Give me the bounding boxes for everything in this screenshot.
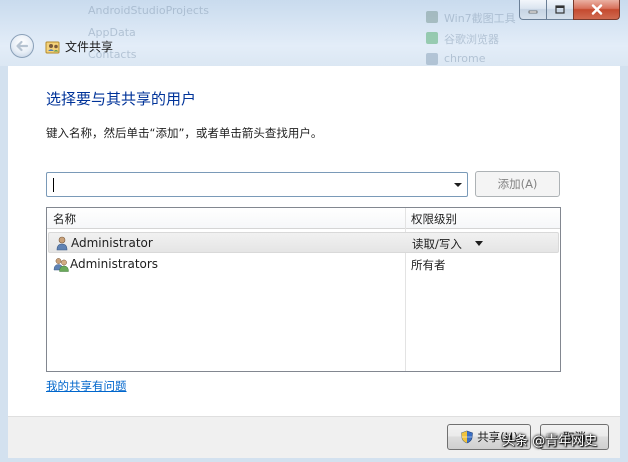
- user-name: Administrators: [70, 257, 159, 271]
- close-icon: [591, 4, 602, 15]
- user-name-combobox[interactable]: [46, 172, 468, 197]
- permission-level[interactable]: 读取/写入: [412, 236, 462, 252]
- table-row[interactable]: Administrators 所有者: [48, 254, 559, 275]
- uac-shield-icon: [461, 430, 474, 444]
- list-header: 名称 权限级别: [47, 208, 560, 229]
- background-window-icon: [426, 32, 438, 44]
- add-button[interactable]: 添加(A): [475, 171, 560, 197]
- column-header-permission[interactable]: 权限级别: [411, 211, 457, 227]
- background-window-text: 谷歌浏览器: [444, 33, 499, 46]
- page-title: 选择要与其共享的用户: [46, 90, 197, 108]
- sharing-help-link[interactable]: 我的共享有问题: [46, 378, 127, 394]
- title-bar: AndroidStudioProjects AppData Contacts W…: [0, 0, 628, 66]
- window-frame-left: [0, 66, 8, 462]
- maximize-icon: [555, 5, 565, 14]
- permission-level: 所有者: [411, 258, 446, 272]
- dropdown-arrow-icon[interactable]: [454, 183, 462, 187]
- user-name: Administrator: [71, 236, 153, 250]
- back-button[interactable]: [10, 34, 34, 58]
- window-frame-bottom: [0, 458, 628, 462]
- share-users-icon: [45, 41, 60, 53]
- user-permission-list: 名称 权限级别 Administrator 读取/写入 Administrato…: [46, 207, 561, 372]
- background-window-text: Win7截图工具: [444, 12, 516, 25]
- users-group-icon: [53, 258, 69, 272]
- arrow-left-icon: [16, 40, 29, 52]
- minimize-button[interactable]: [519, 0, 546, 20]
- background-window-text: chrome: [444, 52, 486, 65]
- window-title-text: 文件共享: [65, 40, 114, 54]
- background-window-icon: [426, 11, 438, 23]
- instruction-text: 键入名称，然后单击“添加”，或者单击箭头查找用户。: [46, 126, 323, 140]
- window-title: 文件共享: [45, 38, 113, 55]
- column-header-name[interactable]: 名称: [53, 211, 76, 227]
- text-cursor: [53, 178, 54, 192]
- maximize-button[interactable]: [546, 0, 573, 20]
- window-frame-right: [620, 66, 628, 462]
- minimize-icon: [528, 10, 538, 13]
- close-button[interactable]: [573, 0, 620, 20]
- background-window-icon: [426, 53, 438, 65]
- caption-buttons: [519, 0, 620, 20]
- user-icon: [56, 236, 68, 251]
- background-window-text: AndroidStudioProjects: [88, 4, 209, 17]
- permission-dropdown-icon[interactable]: [475, 241, 483, 246]
- watermark: 头条 @青年网史: [502, 434, 598, 449]
- table-row[interactable]: Administrator 读取/写入: [48, 232, 559, 253]
- dialog-content: 选择要与其共享的用户 键入名称，然后单击“添加”，或者单击箭头查找用户。 添加(…: [8, 66, 620, 416]
